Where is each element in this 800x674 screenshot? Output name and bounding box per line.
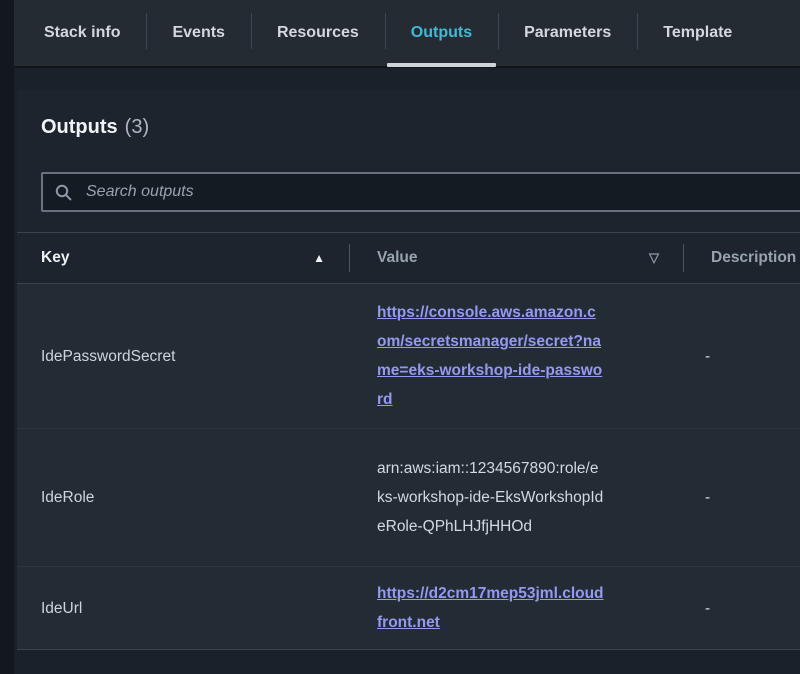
table-row: IdeUrl https://d2cm17mep53jml.cloudfront… [17,567,800,649]
tab-outputs[interactable]: Outputs [385,0,498,66]
sort-ascending-icon[interactable]: ▲ [313,251,325,265]
output-key-cell: IdeRole [17,429,349,566]
output-value-cell: https://d2cm17mep53jml.cloudfront.net [349,567,683,649]
outputs-count-badge: (3) [125,116,149,138]
output-value-cell: https://console.aws.amazon.com/secretsma… [349,284,683,428]
sort-icon[interactable]: ▽ [649,250,659,266]
output-description-cell: - [683,429,800,566]
column-header-description[interactable]: Description [683,233,800,283]
outputs-title-text: Outputs [41,116,118,138]
table-row: IdeRole arn:aws:iam::1234567890:role/eks… [17,429,800,567]
outputs-panel: Outputs (3) Key ▲ Value ▽ [17,90,800,650]
tab-resources[interactable]: Resources [251,0,385,66]
column-header-description-label: Description [711,249,796,267]
tab-template[interactable]: Template [637,0,758,66]
tab-stack-info[interactable]: Stack info [18,0,146,66]
output-key-cell: IdeUrl [17,567,349,649]
stack-tabs: Stack info Events Resources Outputs Para… [14,0,800,68]
output-value-link[interactable]: https://console.aws.amazon.com/secretsma… [377,298,605,414]
search-input[interactable] [84,182,790,202]
tab-parameters[interactable]: Parameters [498,0,637,66]
column-header-key-label: Key [41,249,69,267]
search-box[interactable] [41,172,800,212]
output-description-cell: - [683,284,800,428]
page: Stack info Events Resources Outputs Para… [14,0,800,674]
outputs-panel-header: Outputs (3) [17,90,800,232]
column-header-key[interactable]: Key ▲ [17,233,349,283]
output-value-cell: arn:aws:iam::1234567890:role/eks-worksho… [349,429,683,566]
table-header: Key ▲ Value ▽ Description [17,232,800,284]
table-row: IdePasswordSecret https://console.aws.am… [17,284,800,429]
column-header-value-label: Value [377,249,418,267]
output-value-link[interactable]: https://d2cm17mep53jml.cloudfront.net [377,579,605,637]
page-title: Outputs (3) [41,114,800,140]
column-header-value[interactable]: Value ▽ [349,233,683,283]
tab-events[interactable]: Events [146,0,250,66]
search-icon [55,184,72,201]
output-value-text: arn:aws:iam::1234567890:role/eks-worksho… [377,454,605,541]
output-key-cell: IdePasswordSecret [17,284,349,428]
output-description-cell: - [683,567,800,649]
